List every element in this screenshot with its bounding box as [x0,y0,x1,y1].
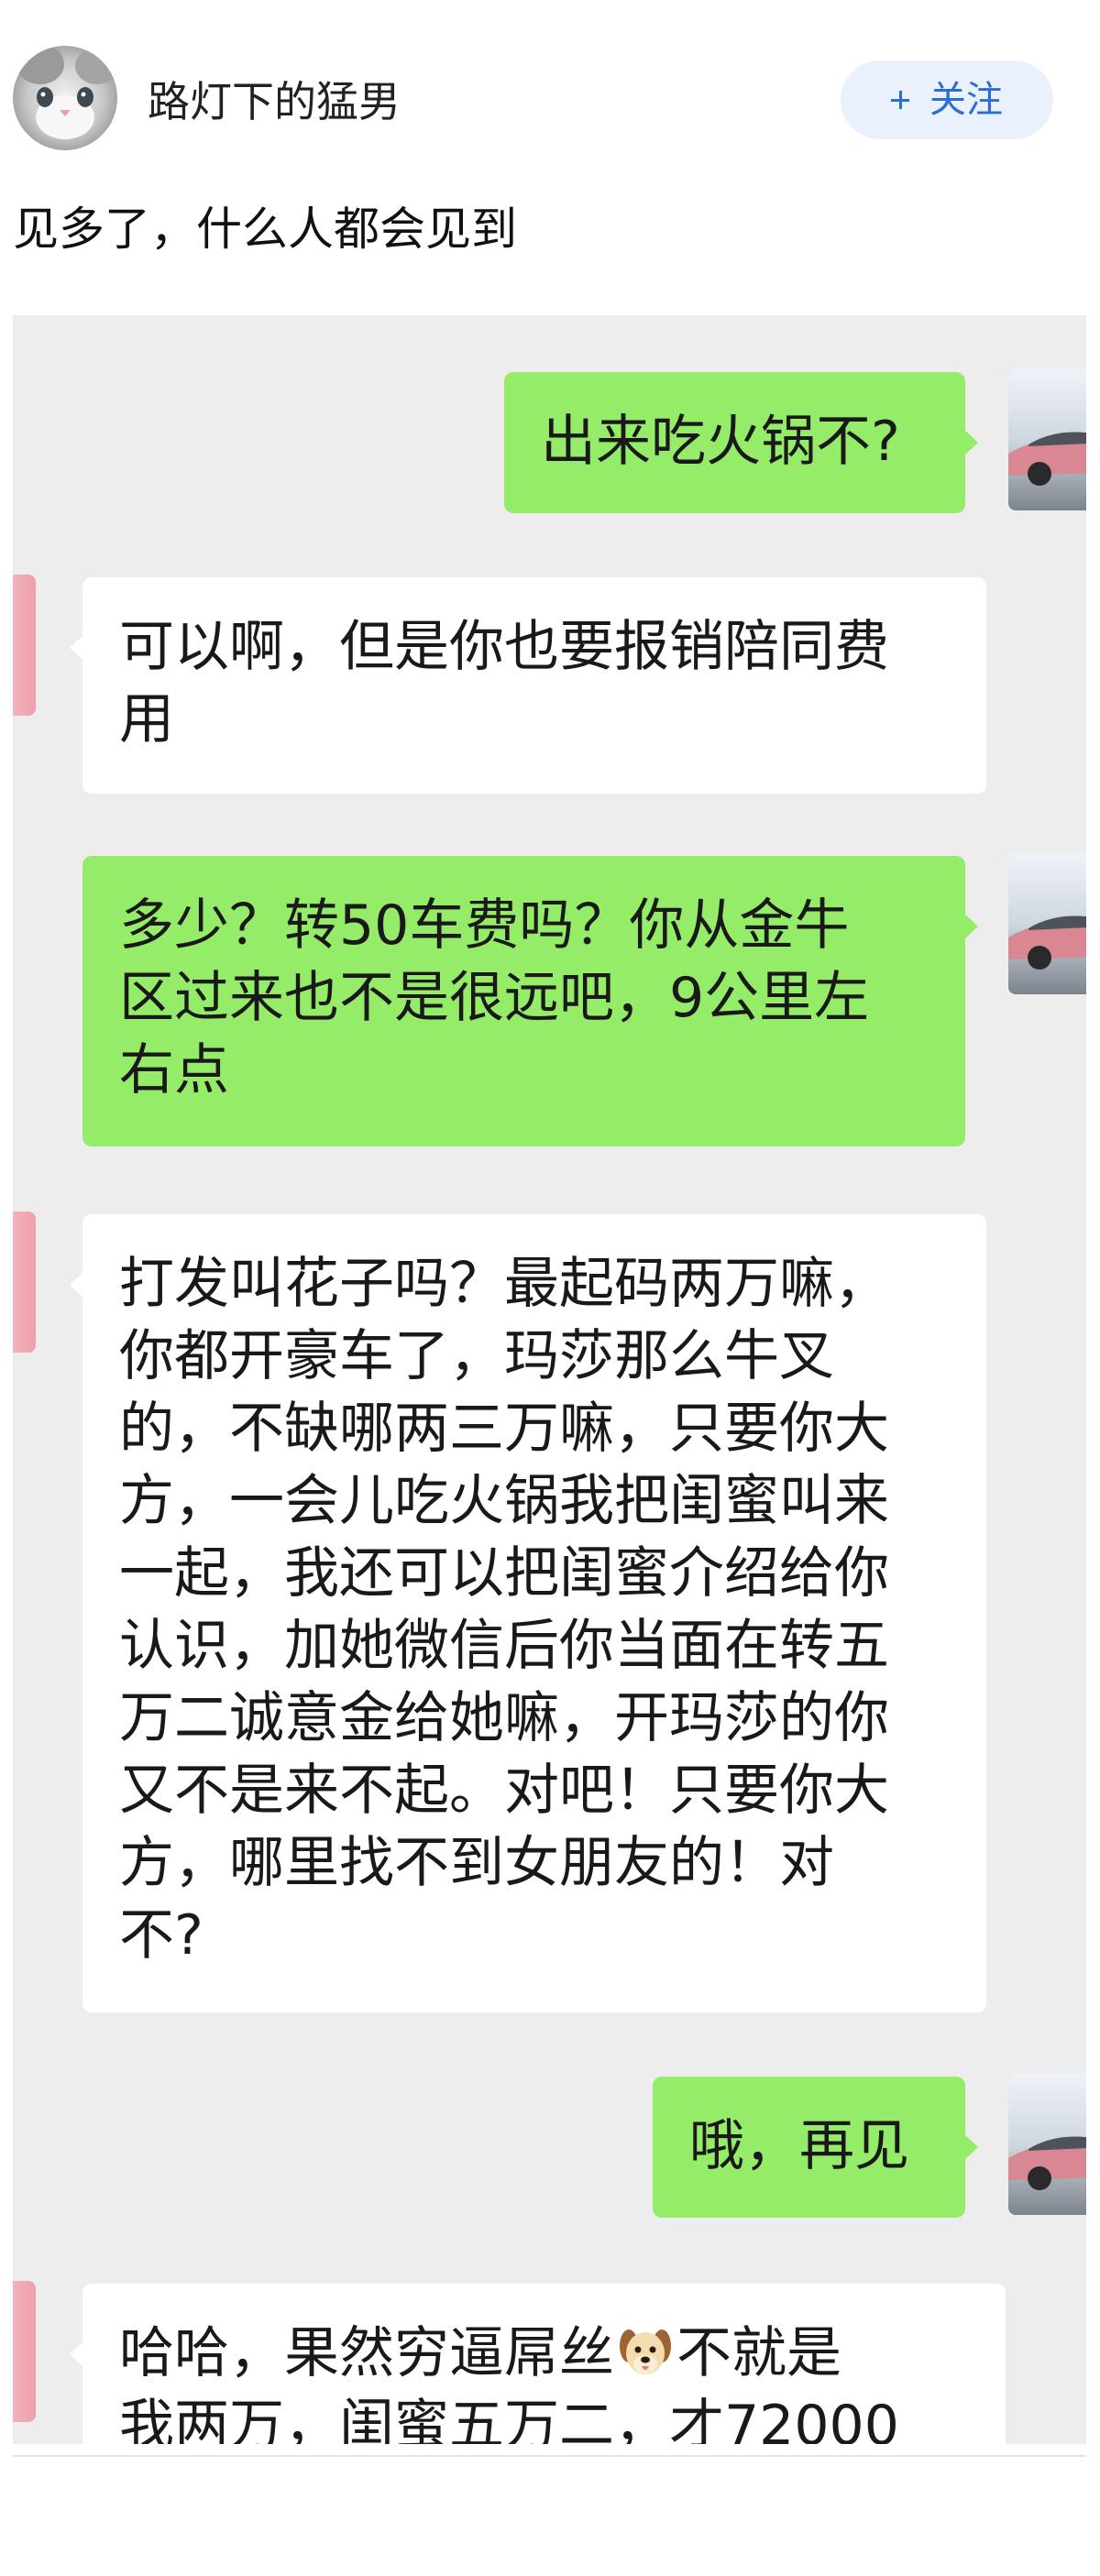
follow-button-label: 关注 [930,79,1003,121]
message-bubble-sent[interactable]: 多少？转50车费吗？你从金牛 区过来也不是很远吧，9公里左 右点 [82,856,978,1146]
author-name[interactable]: 路灯下的猛男 [148,76,401,127]
message-text: 认识，加她微信后你当面在转五 [119,1614,889,1678]
message-bubble-sent[interactable]: 哦，再见 [653,2077,978,2218]
sender-avatar [1008,853,1086,994]
message-text: 用 [119,687,174,751]
message-text: 一起，我还可以把闺蜜介绍给你 [119,1541,889,1606]
message-text: 哦，再见 [689,2114,909,2178]
car-avatar-icon [1008,853,1086,994]
message-bubble-received[interactable]: 哈哈，果然穷逼屌丝 不就是 我两万，闺蜜五万二，才72000 [70,2284,1006,2444]
author-avatar[interactable] [13,46,117,150]
message-text: 出来吃火锅不? [541,410,900,474]
contact-avatar [13,575,36,716]
message-text: 多少？转50车费吗？你从金牛 [119,893,850,958]
message-text: 区过来也不是很远吧，9公里左 [119,966,870,1030]
dog-face-icon [620,2329,671,2374]
message-text: 万二诚意金给她嘛，开玛莎的你 [119,1686,889,1750]
message-text: 方，哪里找不到女朋友的！对 [119,1831,834,1895]
message-text: 打发叫花子吗？最起码两万嘛， [119,1252,889,1316]
message-line-with-emoji: 哈哈，果然穷逼屌丝 不就是 [119,2318,969,2390]
car-avatar-icon [1008,2074,1086,2215]
sender-avatar [1008,369,1086,510]
sender-avatar [1008,2074,1086,2215]
message-bubble-received[interactable]: 打发叫花子吗？最起码两万嘛， 你都开豪车了，玛莎那么牛叉 的，不缺哪两三万嘛，只… [70,1214,986,2012]
contact-avatar [13,2281,36,2422]
follow-button[interactable]: 关注 [841,60,1053,139]
message-text: 不就是 [676,2321,842,2385]
message-text: 哈哈，果然穷逼屌丝 [119,2321,614,2385]
cat-avatar-icon [13,46,117,150]
divider [13,2455,1086,2457]
message-text: 我两万，闺蜜五万二，才72000 [119,2394,899,2444]
message-bubble-sent[interactable]: 出来吃火锅不? [504,372,978,513]
plus-icon [891,91,909,109]
contact-avatar [13,1211,36,1353]
message-text: 不? [119,1903,204,1968]
message-text: 你都开豪车了，玛莎那么牛叉 [119,1324,834,1388]
message-bubble-received[interactable]: 可以啊，但是你也要报销陪同费 用 [70,577,986,794]
post-text: 见多了，什么人都会见到 [13,203,517,256]
chat-screenshot[interactable]: 出来吃火锅不? 可以啊，但是你也要报销陪同费 用 多少？转50车费吗？你从金牛 … [13,315,1086,2444]
message-text: 方，一会儿吃火锅我把闺蜜叫来 [119,1469,889,1533]
message-text: 右点 [119,1038,229,1102]
message-text: 的，不缺哪两三万嘛，只要你大 [119,1397,889,1461]
message-text: 又不是来不起。对吧！只要你大 [119,1759,889,1823]
message-text: 可以啊，但是你也要报销陪同费 [119,615,889,679]
car-avatar-icon [1008,369,1086,510]
